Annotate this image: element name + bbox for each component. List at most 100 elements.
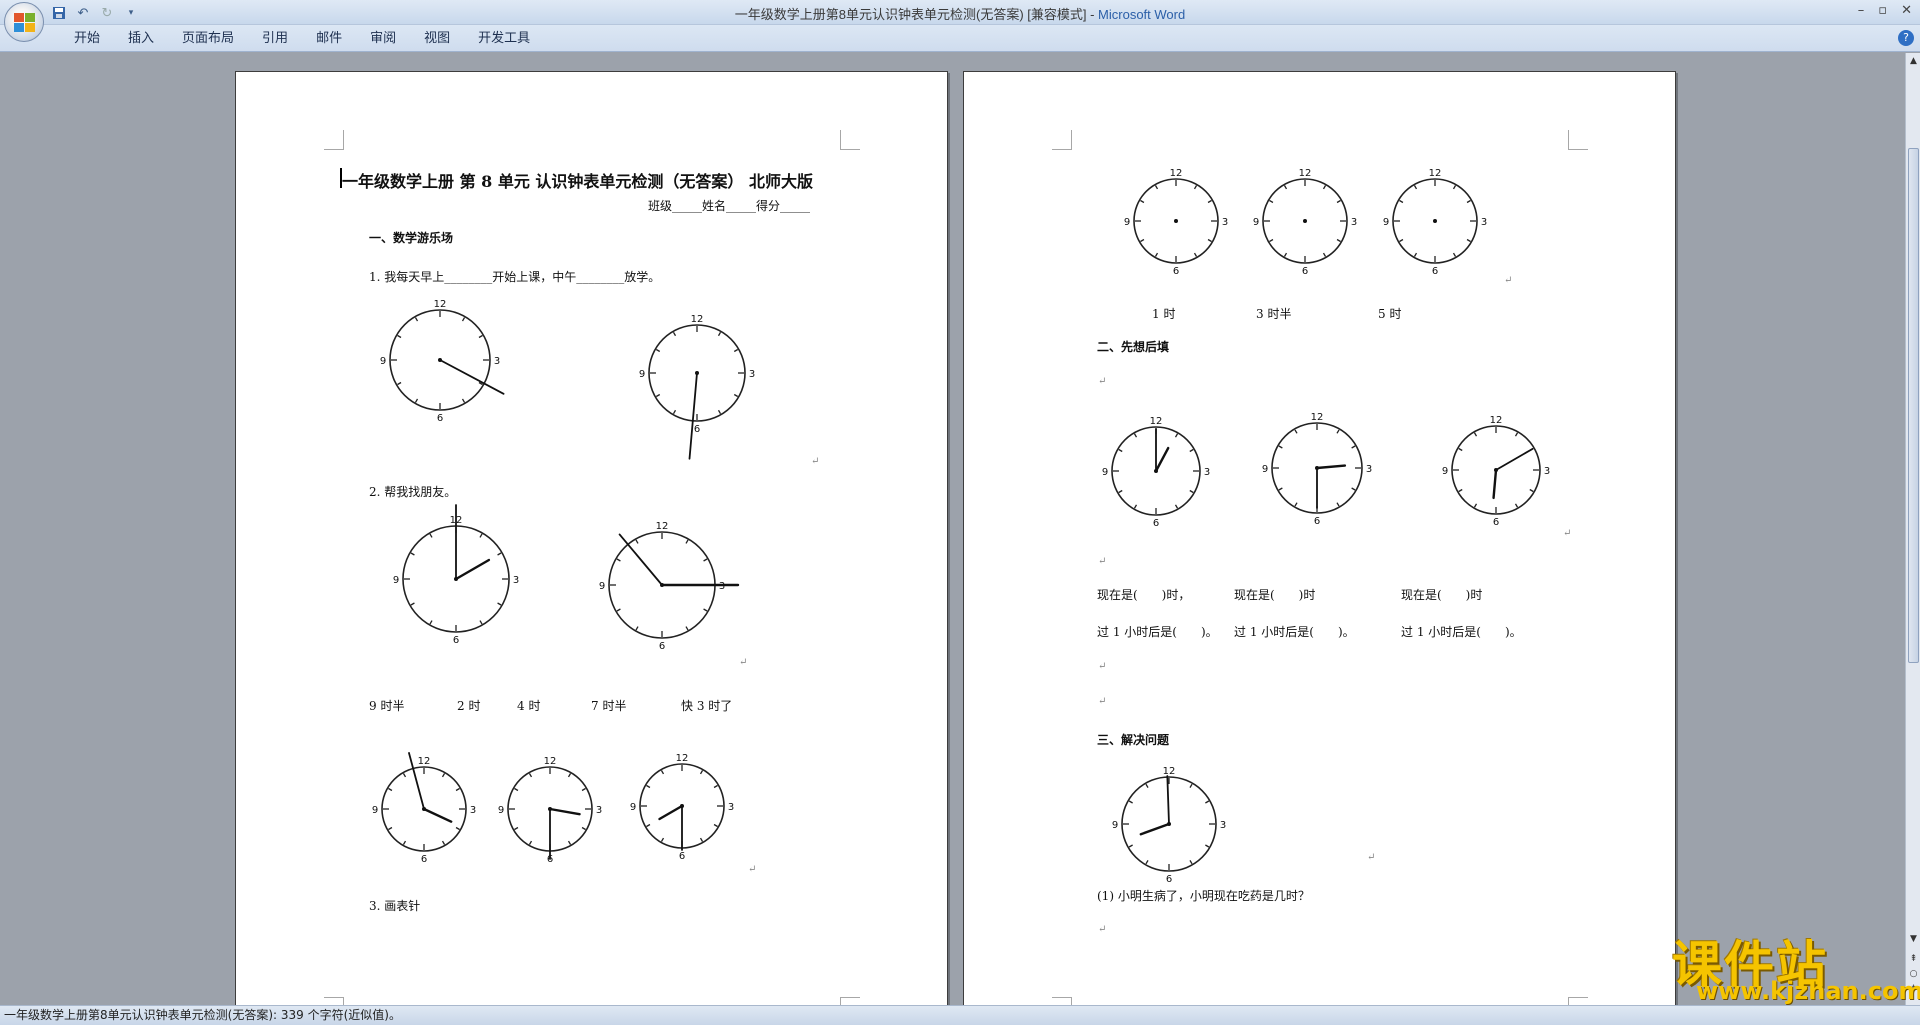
clock-number: 3 xyxy=(596,805,602,816)
clock-number: 6 xyxy=(679,851,685,862)
student-info-line: 班级_____姓名_____得分_____ xyxy=(648,199,811,213)
tab-developer[interactable]: 开发工具 xyxy=(464,30,544,48)
clock-number: 9 xyxy=(630,802,636,813)
clock-number: 3 xyxy=(749,369,755,380)
clock-number: 12 xyxy=(691,314,704,325)
vertical-scrollbar[interactable]: ▲ ▼ ⇞ ○ ⇟ xyxy=(1905,53,1920,1005)
section-heading-3: 三、解决问题 xyxy=(1097,733,1170,747)
clock-face: 12369 xyxy=(393,504,519,646)
clock-number: 6 xyxy=(437,413,443,424)
window-controls: – ▫ ✕ xyxy=(1858,3,1912,18)
clock-face: 12369 xyxy=(1102,416,1210,529)
restore-button[interactable]: ▫ xyxy=(1878,3,1887,18)
clock-center xyxy=(548,807,552,811)
clock-number: 3 xyxy=(1220,820,1226,831)
clock-number: 6 xyxy=(1166,874,1172,885)
document-area: 一年级数学上册 第 8 单元 认识钟表单元检测（无答案） 北师大版 班级____… xyxy=(0,53,1905,1005)
section-heading-1: 一、数学游乐场 xyxy=(369,231,454,245)
clock-center xyxy=(1315,466,1319,470)
title-bar: ↶ ↻ ▾ 一年级数学上册第8单元认识钟表单元检测(无答案) [兼容模式] - … xyxy=(0,0,1920,25)
clock-number: 6 xyxy=(1314,516,1320,527)
clock-number: 9 xyxy=(1262,464,1268,475)
watermark-url: www.kjzhan.com xyxy=(1696,977,1920,1005)
clock-center xyxy=(438,358,442,362)
tab-insert[interactable]: 插入 xyxy=(114,30,168,48)
clock-number: 12 xyxy=(1150,416,1163,427)
clock-number: 6 xyxy=(1173,266,1179,277)
answer-label-4: 7 时半 xyxy=(591,699,627,713)
crop-mark xyxy=(1568,997,1588,1005)
clock-number: 3 xyxy=(1366,464,1372,475)
clock-center xyxy=(422,807,426,811)
tab-review[interactable]: 审阅 xyxy=(356,30,410,48)
clock-center xyxy=(695,371,699,375)
previous-page-icon[interactable]: ⇞ xyxy=(1907,953,1920,965)
paragraph-mark: ↵ xyxy=(1098,696,1107,707)
scroll-up-icon[interactable]: ▲ xyxy=(1907,55,1920,67)
clock-number: 3 xyxy=(728,802,734,813)
ribbon: 开始 插入 页面布局 引用 邮件 审阅 视图 开发工具 ? xyxy=(0,25,1920,52)
clock-number: 3 xyxy=(513,575,519,586)
clock-face: 12369 xyxy=(1383,168,1487,277)
clock-face: 12 3 6 9 xyxy=(1262,412,1372,527)
clock-number: 3 xyxy=(1481,217,1487,228)
clock-number: 12 xyxy=(1490,415,1503,426)
clock-number: 9 xyxy=(1442,466,1448,477)
clock-number: 9 xyxy=(393,575,399,586)
clock-center xyxy=(1154,469,1158,473)
clock-number: 9 xyxy=(372,805,378,816)
paragraph-mark: ↵ xyxy=(1367,852,1376,863)
office-button[interactable] xyxy=(4,2,44,42)
after-question-1: 过 1 小时后是( )。 xyxy=(1097,625,1218,639)
page-2[interactable]: 12 3 6 9 12 3 6 9 12 3 6 9 ↵ 1 时 3 时半 5 时 二、先想后填 … xyxy=(963,71,1676,1005)
tab-home[interactable]: 开始 xyxy=(60,30,114,48)
clock-number: 6 xyxy=(1432,266,1438,277)
clock-number: 12 xyxy=(418,756,431,767)
tab-references[interactable]: 引用 xyxy=(248,30,302,48)
clock-number: 9 xyxy=(1253,217,1259,228)
clock-number: 6 xyxy=(1493,517,1499,528)
now-question-2: 现在是( )时 xyxy=(1234,588,1316,602)
crop-mark xyxy=(840,997,860,1005)
tab-page-layout[interactable]: 页面布局 xyxy=(168,30,248,48)
clock-face: 12 3 6 9 xyxy=(1442,415,1550,528)
app-name: Microsoft Word xyxy=(1098,7,1186,22)
tab-view[interactable]: 视图 xyxy=(410,30,464,48)
paragraph-mark: ↵ xyxy=(1098,376,1107,387)
paragraph-mark: ↵ xyxy=(739,657,748,668)
clock-number: 12 xyxy=(656,521,669,532)
minimize-button[interactable]: – xyxy=(1858,3,1865,18)
clock-number: 6 xyxy=(453,635,459,646)
page-1[interactable]: 一年级数学上册 第 8 单元 认识钟表单元检测（无答案） 北师大版 班级____… xyxy=(235,71,948,1005)
answer-label-1: 9 时半 xyxy=(369,699,405,713)
after-question-2: 过 1 小时后是( )。 xyxy=(1234,625,1355,639)
clock-number: 12 xyxy=(434,299,447,310)
clock-face: 12369 xyxy=(372,752,476,865)
problem-1: (1) 小明生病了，小明现在吃药是几时？ xyxy=(1097,889,1310,903)
clock-face: 12369 xyxy=(639,314,755,460)
document-title-heading: 一年级数学上册 第 8 单元 认识钟表单元检测（无答案） 北师大版 xyxy=(342,172,813,191)
clock-number: 12 xyxy=(1311,412,1324,423)
clock-face: 12369 xyxy=(599,521,740,652)
clock-face: 12369 xyxy=(1124,168,1228,277)
clock-number: 12 xyxy=(544,756,557,767)
paragraph-mark: ↵ xyxy=(1098,661,1107,672)
question-2: 2. 帮我找朋友。 xyxy=(369,485,457,499)
clock-number: 9 xyxy=(1112,820,1118,831)
clock-number: 12 xyxy=(1299,168,1312,179)
clock-number: 3 xyxy=(1544,466,1550,477)
clock-label-2: 3 时半 xyxy=(1256,307,1292,321)
close-button[interactable]: ✕ xyxy=(1901,3,1912,18)
answer-label-5: 快 3 时了 xyxy=(681,699,733,713)
clock-number: 9 xyxy=(1124,217,1130,228)
clock-center xyxy=(1433,219,1437,223)
scroll-down-icon[interactable]: ▼ xyxy=(1907,933,1920,945)
clock-face: 12369 xyxy=(498,756,602,865)
clock-center xyxy=(1494,468,1498,472)
tab-mailings[interactable]: 邮件 xyxy=(302,30,356,48)
now-question-3: 现在是( )时 xyxy=(1401,588,1483,602)
answer-label-2: 2 时 xyxy=(457,699,481,713)
help-icon[interactable]: ? xyxy=(1898,30,1914,46)
scrollbar-thumb[interactable] xyxy=(1908,148,1919,663)
clock-number: 3 xyxy=(470,805,476,816)
